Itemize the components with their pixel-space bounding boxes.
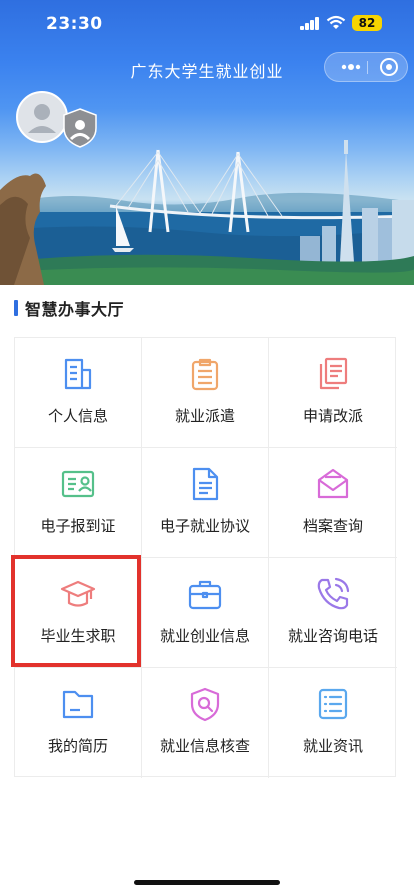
service-personal-info[interactable]: 个人信息 xyxy=(15,338,142,448)
battery-indicator: 82 xyxy=(352,15,382,31)
service-label: 申请改派 xyxy=(302,407,363,425)
service-consultation-phone[interactable]: 就业咨询电话 xyxy=(269,558,397,668)
graduation-cap-icon xyxy=(60,580,96,607)
service-graduate-job-search[interactable]: 毕业生求职 xyxy=(15,558,142,668)
avatar[interactable] xyxy=(16,91,68,143)
miniprogram-capsule xyxy=(324,52,408,82)
service-label: 我的简历 xyxy=(47,737,108,755)
service-employment-startup-info[interactable]: 就业创业信息 xyxy=(142,558,269,668)
service-label: 就业创业信息 xyxy=(159,627,250,645)
envelope-icon xyxy=(317,468,349,499)
verified-user-shield-icon xyxy=(63,108,97,148)
service-label: 就业咨询电话 xyxy=(287,627,378,645)
news-list-icon xyxy=(318,688,348,720)
cellular-signal-icon xyxy=(300,17,320,30)
service-grid: 个人信息 就业派遣 申请改派 电子报到证 电子就业协议 档案查询 毕业生求职 就… xyxy=(14,337,397,778)
service-label: 电子就业协议 xyxy=(159,517,250,535)
capsule-divider xyxy=(367,61,368,74)
clipboard-icon xyxy=(191,358,219,391)
service-apply-redispatch[interactable]: 申请改派 xyxy=(269,338,397,448)
briefcase-icon xyxy=(188,580,222,610)
service-archive-query[interactable]: 档案查询 xyxy=(269,448,397,558)
service-label: 电子报到证 xyxy=(40,517,116,535)
section-header: 智慧办事大厅 xyxy=(14,298,125,319)
service-employment-dispatch[interactable]: 就业派遣 xyxy=(142,338,269,448)
phone-call-icon xyxy=(317,577,350,610)
id-card-icon xyxy=(61,470,95,498)
wifi-icon xyxy=(326,15,346,29)
header-banner: 23:30 82 广东大学生就业创业 xyxy=(0,0,414,285)
status-bar: 23:30 82 xyxy=(0,0,414,48)
section-title: 智慧办事大厅 xyxy=(25,300,125,319)
home-indicator[interactable] xyxy=(134,880,280,885)
document-list-icon xyxy=(64,358,92,390)
service-label: 就业派遣 xyxy=(174,407,235,425)
user-placeholder-icon xyxy=(28,104,56,133)
service-e-registration-cert[interactable]: 电子报到证 xyxy=(15,448,142,558)
service-label: 就业资讯 xyxy=(302,737,363,755)
folder-icon xyxy=(62,690,94,719)
clock: 23:30 xyxy=(46,14,103,34)
nav-bar: 广东大学生就业创业 xyxy=(0,48,414,88)
more-options-icon[interactable] xyxy=(335,53,367,81)
service-employment-news[interactable]: 就业资讯 xyxy=(269,668,397,778)
service-e-employment-agreement[interactable]: 电子就业协议 xyxy=(142,448,269,558)
service-employment-verification[interactable]: 就业信息核查 xyxy=(142,668,269,778)
service-label: 档案查询 xyxy=(302,517,363,535)
shield-search-icon xyxy=(190,687,220,722)
file-text-icon xyxy=(192,467,219,501)
close-miniprogram-icon[interactable] xyxy=(373,53,405,81)
section-accent-bar xyxy=(14,300,18,316)
copy-document-icon xyxy=(319,357,348,390)
service-my-resume[interactable]: 我的简历 xyxy=(15,668,142,778)
service-label: 就业信息核查 xyxy=(159,737,250,755)
service-label: 毕业生求职 xyxy=(40,627,116,645)
service-label: 个人信息 xyxy=(47,407,108,425)
